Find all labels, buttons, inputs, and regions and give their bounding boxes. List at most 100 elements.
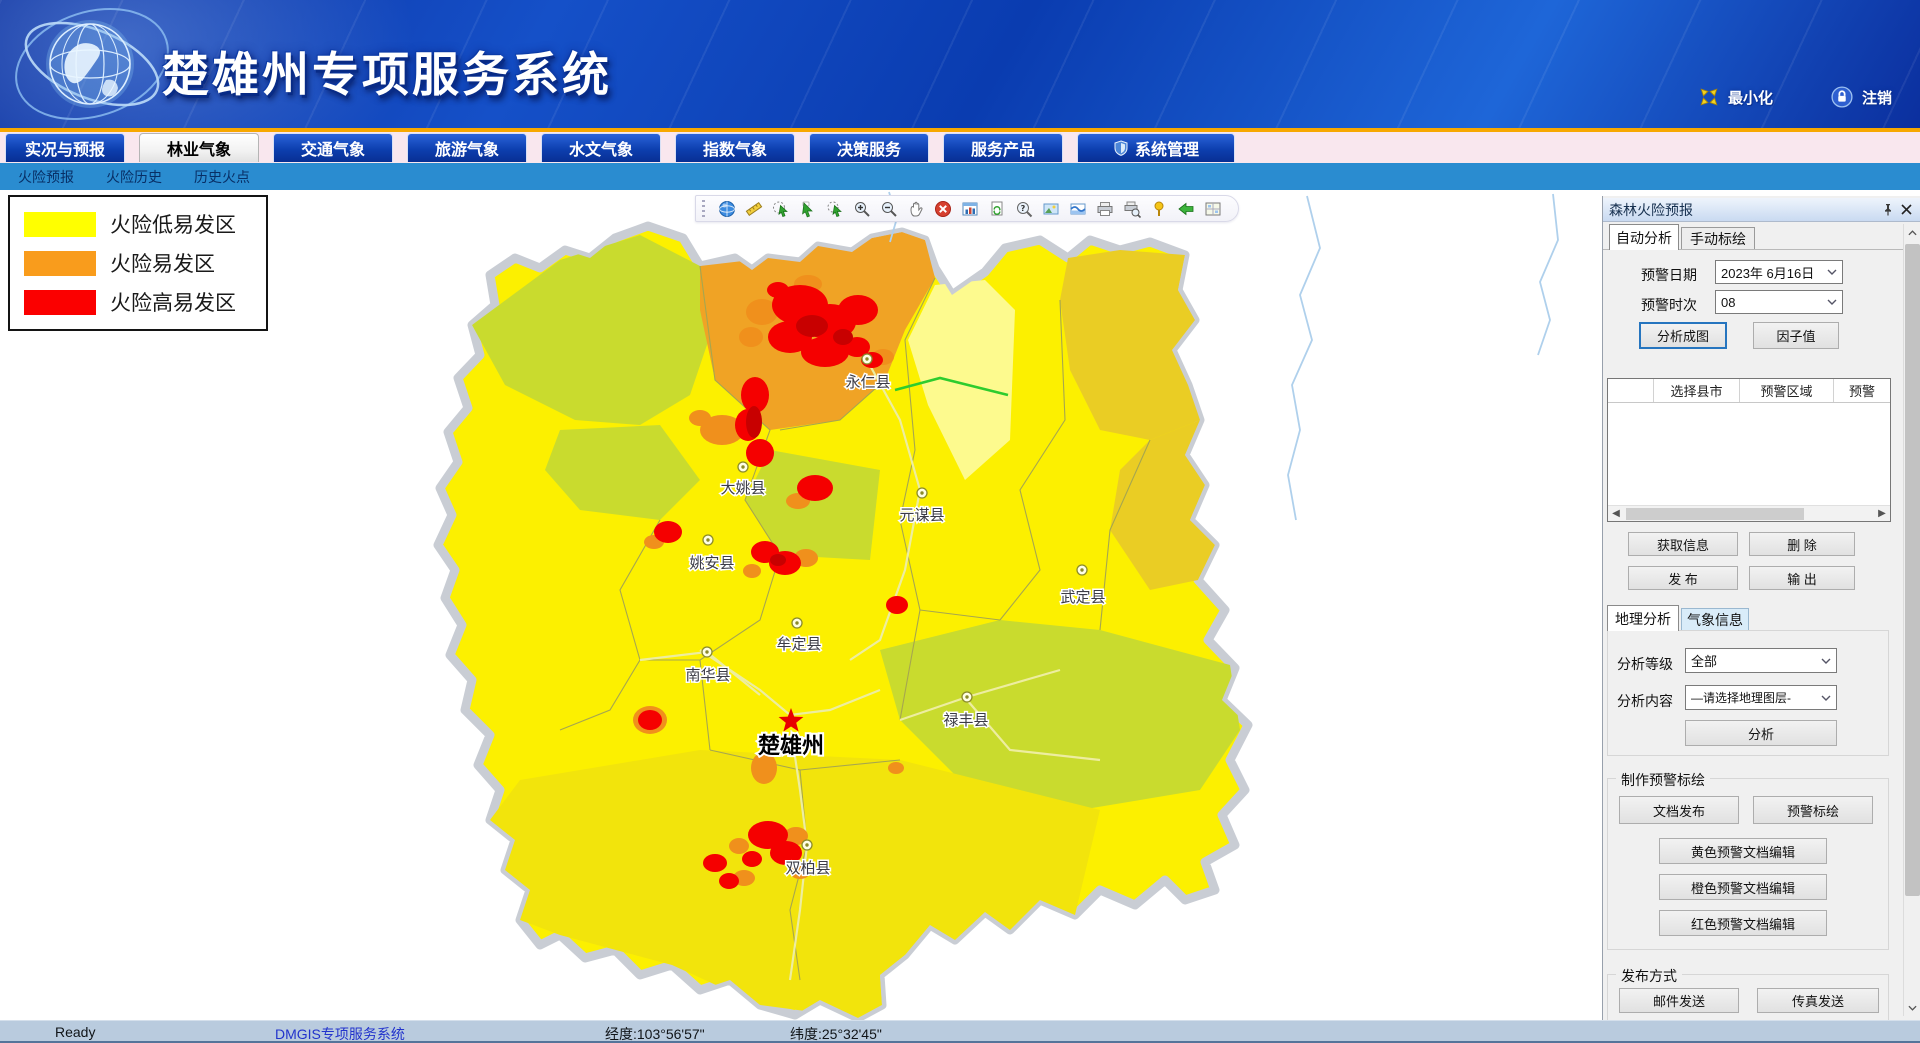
tab-system-management[interactable]: 系统管理: [1077, 133, 1235, 162]
orange-warning-doc-button[interactable]: 橙色预警文档编辑: [1659, 874, 1827, 900]
panel-tab-manual-plot[interactable]: 手动标绘: [1681, 227, 1755, 250]
tab-decision-service[interactable]: 决策服务: [809, 133, 929, 162]
column-warning: 预警: [1834, 379, 1890, 402]
refresh-page-icon[interactable]: [986, 198, 1008, 220]
status-ready: Ready: [55, 1024, 95, 1040]
image-export-icon[interactable]: [1040, 198, 1062, 220]
pin-icon[interactable]: [1879, 201, 1897, 219]
warning-table-body[interactable]: [1608, 403, 1890, 491]
plot-group-label: 制作预警标绘: [1616, 770, 1710, 790]
measure-distance-icon[interactable]: [743, 198, 765, 220]
legend-item-low: 火险低易发区: [24, 209, 254, 239]
column-county: 选择县市: [1654, 379, 1740, 402]
scroll-left-arrow[interactable]: ◀: [1608, 506, 1624, 522]
warning-table-header: 选择县市 预警区域 预警: [1608, 379, 1890, 403]
doc-publish-button[interactable]: 文档发布: [1619, 796, 1739, 824]
map-place-label: 牟定县: [776, 636, 821, 653]
zoom-in-icon[interactable]: [851, 198, 873, 220]
scroll-right-arrow[interactable]: ▶: [1874, 506, 1890, 522]
analysis-level-select[interactable]: 全部: [1685, 648, 1837, 673]
column-blank: [1608, 379, 1654, 402]
identify-icon[interactable]: ?: [1013, 198, 1035, 220]
export-button[interactable]: 输 出: [1749, 566, 1855, 590]
map-place-label: 永仁县: [845, 374, 890, 391]
print-icon[interactable]: [1094, 198, 1116, 220]
analysis-content-select[interactable]: —请选择地理图层-: [1685, 685, 1837, 710]
stop-icon[interactable]: [932, 198, 954, 220]
map-legend: 火险低易发区 火险易发区 火险高易发区: [8, 195, 268, 331]
app: 楚雄州专项服务系统 最小化 注销: [0, 0, 1920, 1043]
tab-index-weather[interactable]: 指数气象: [675, 133, 795, 162]
minimize-button[interactable]: 最小化: [1699, 87, 1773, 108]
tab-realtime-forecast[interactable]: 实况与预报: [5, 133, 125, 162]
get-info-button[interactable]: 获取信息: [1628, 532, 1738, 556]
red-warning-doc-button[interactable]: 红色预警文档编辑: [1659, 910, 1827, 936]
subtab-fire-history[interactable]: 火险历史: [106, 167, 162, 187]
globe-icon[interactable]: [716, 198, 738, 220]
pan-hand-icon[interactable]: [905, 198, 927, 220]
tab-traffic-weather[interactable]: 交通气象: [273, 133, 393, 162]
logo-globe: [10, 2, 180, 126]
close-icon[interactable]: [1897, 201, 1915, 219]
pointer-icon[interactable]: [797, 198, 819, 220]
analyze-to-map-button[interactable]: 分析成图: [1639, 322, 1727, 349]
panel-tab-auto-analysis[interactable]: 自动分析: [1609, 224, 1679, 250]
sub-tab-bar: 火险预报 火险历史 历史火点: [0, 163, 1920, 190]
shield-icon: [1113, 140, 1129, 156]
tab-service-products[interactable]: 服务产品: [943, 133, 1063, 162]
scroll-up-arrow[interactable]: [1904, 224, 1920, 241]
main-tab-bar: 实况与预报 林业气象 交通气象 旅游气象 水文气象 指数气象 决策服务 服务产品…: [0, 132, 1920, 163]
yellow-warning-doc-button[interactable]: 黄色预警文档编辑: [1659, 838, 1827, 864]
legend-swatch-high: [24, 290, 96, 315]
select-lasso-icon[interactable]: [770, 198, 792, 220]
placemark-icon[interactable]: [1148, 198, 1170, 220]
publish-button[interactable]: 发 布: [1628, 566, 1738, 590]
geo-analysis-tab[interactable]: 地理分析: [1607, 605, 1679, 631]
svg-text:?: ?: [1021, 204, 1026, 213]
warning-date-select[interactable]: 2023年 6月16日: [1715, 260, 1843, 284]
warning-plot-button[interactable]: 预警标绘: [1753, 796, 1873, 824]
zoom-out-icon[interactable]: [878, 198, 900, 220]
map-toolbar: ?: [695, 195, 1239, 222]
analyze-button[interactable]: 分析: [1685, 720, 1837, 746]
status-longitude: 经度:103°56'57": [605, 1024, 705, 1043]
column-warning-area: 预警区域: [1740, 379, 1834, 402]
status-system-link[interactable]: DMGIS专项服务系统: [275, 1024, 405, 1043]
select-circle-icon[interactable]: [824, 198, 846, 220]
scroll-down-arrow[interactable]: [1904, 999, 1920, 1016]
legend-item-high: 火险高易发区: [24, 287, 254, 317]
map-pane[interactable]: 永仁县大姚县元谋县姚安县武定县牟定县南华县禄丰县双柏县楚雄州 火险低易发区 火险…: [0, 190, 1602, 1020]
fax-send-button[interactable]: 传真发送: [1757, 988, 1879, 1013]
warning-time-select[interactable]: 08: [1715, 290, 1843, 314]
panel-vscrollbar[interactable]: [1903, 224, 1920, 1016]
email-send-button[interactable]: 邮件发送: [1619, 988, 1739, 1013]
panel-titlebar: 森林火险预报: [1603, 198, 1920, 222]
map-export-icon[interactable]: [1067, 198, 1089, 220]
lock-icon: [1831, 86, 1853, 108]
back-arrow-icon[interactable]: [1175, 198, 1197, 220]
hscroll-thumb[interactable]: [1626, 508, 1804, 520]
map-place-label: 南华县: [685, 667, 730, 684]
legend-item-medium: 火险易发区: [24, 248, 254, 278]
table-hscrollbar[interactable]: ◀ ▶: [1608, 505, 1890, 521]
map-place-label: 大姚县: [720, 480, 765, 497]
subtab-fire-forecast[interactable]: 火险预报: [18, 167, 74, 187]
subtab-history-firespots[interactable]: 历史火点: [194, 167, 250, 187]
warning-date-label: 预警日期: [1641, 265, 1697, 285]
tab-forestry-weather[interactable]: 林业气象: [139, 133, 259, 162]
delete-button[interactable]: 删 除: [1749, 532, 1855, 556]
tab-hydrology-weather[interactable]: 水文气象: [541, 133, 661, 162]
overview-map-icon[interactable]: [1202, 198, 1224, 220]
publish-method-label: 发布方式: [1616, 966, 1682, 986]
warning-table[interactable]: 选择县市 预警区域 预警 ◀ ▶: [1607, 378, 1891, 522]
vscroll-thumb[interactable]: [1905, 244, 1920, 896]
logout-button[interactable]: 注销: [1831, 86, 1892, 108]
analysis-level-label: 分析等级: [1617, 654, 1673, 674]
chart-window-icon[interactable]: [959, 198, 981, 220]
weather-info-tab[interactable]: 气象信息: [1681, 608, 1749, 631]
toolbar-grip[interactable]: [700, 200, 707, 218]
print-preview-icon[interactable]: [1121, 198, 1143, 220]
tab-tourism-weather[interactable]: 旅游气象: [407, 133, 527, 162]
factor-value-button[interactable]: 因子值: [1753, 322, 1839, 349]
city-label: 楚雄州: [758, 733, 824, 758]
